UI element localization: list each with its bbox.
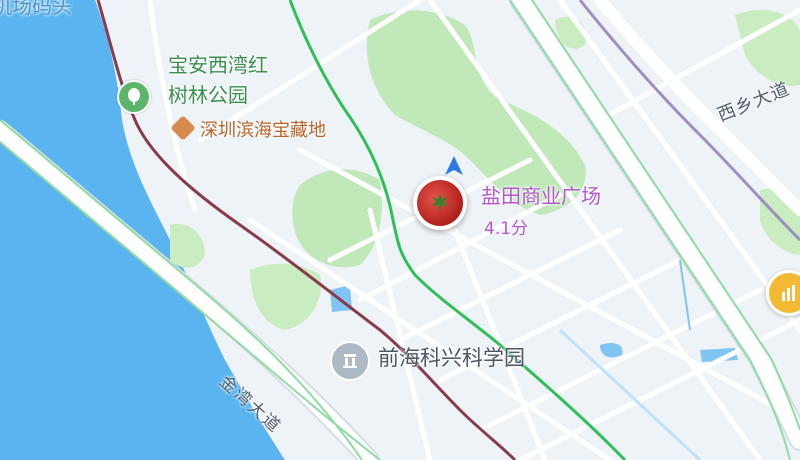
building-icon[interactable] (330, 341, 370, 381)
eta-label: 4.1分 (484, 219, 529, 239)
park-tree-icon[interactable] (117, 80, 151, 114)
tomato-avatar-icon (417, 180, 463, 226)
park-area-south (292, 169, 382, 268)
destination-marker[interactable] (413, 176, 467, 230)
park-name-label[interactable]: 宝安西湾红 树林公园 (168, 50, 268, 110)
map-base-layer (0, 0, 800, 460)
destination-name[interactable]: 盐田商业广场 (481, 180, 601, 209)
navigation-arrow-icon (445, 156, 463, 175)
tree-icon (128, 88, 140, 105)
landmark-label[interactable]: 前海科兴科学园 (378, 342, 525, 372)
poi-label[interactable]: 深圳滨海宝藏地 (200, 116, 326, 142)
top-partial-label: 机场码头 (0, 0, 72, 18)
map-canvas[interactable]: 机场码头 宝安西湾红 树林公园 深圳滨海宝藏地 西乡大道 金湾大道 盐田商业广场… (0, 0, 800, 460)
